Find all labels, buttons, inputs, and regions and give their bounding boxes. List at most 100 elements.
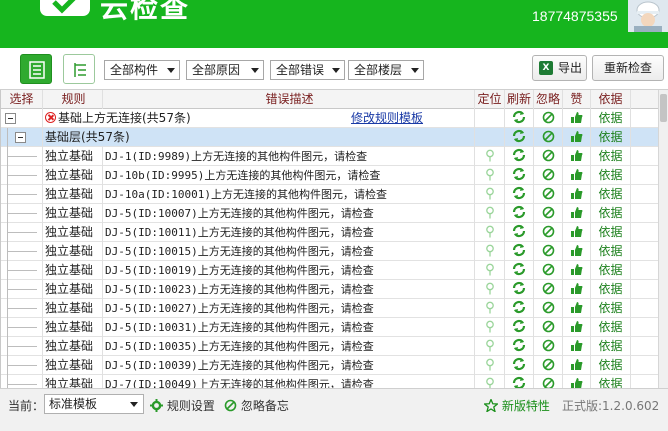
table-row[interactable]: 独立基础 DJ-5(ID:10023)上方无连接的其他构件图元，请检查 依据 bbox=[1, 280, 658, 299]
table-row[interactable]: 独立基础 DJ-5(ID:10027)上方无连接的其他构件图元，请检查 依据 bbox=[1, 299, 658, 318]
vertical-scrollbar[interactable] bbox=[658, 90, 668, 388]
thumbs-up-icon[interactable] bbox=[570, 244, 583, 257]
thumbs-up-icon[interactable] bbox=[570, 149, 583, 162]
ignore-icon[interactable] bbox=[542, 244, 555, 257]
ignore-icon[interactable] bbox=[542, 111, 555, 124]
thumbs-up-icon[interactable] bbox=[570, 130, 583, 143]
group-row[interactable]: 基础上方无连接(共57条) 修改规则模板 依据 bbox=[1, 109, 658, 128]
refresh-icon[interactable] bbox=[512, 281, 526, 295]
table-row[interactable]: 独立基础 DJ-1(ID:9989)上方无连接的其他构件图元，请检查 依据 bbox=[1, 147, 658, 166]
refresh-icon[interactable] bbox=[512, 148, 526, 162]
table-row[interactable]: 独立基础 DJ-10a(ID:10001)上方无连接的其他构件图元，请检查 依据 bbox=[1, 185, 658, 204]
locate-pin-icon[interactable] bbox=[485, 225, 495, 238]
refresh-icon[interactable] bbox=[512, 167, 526, 181]
locate-pin-icon[interactable] bbox=[485, 206, 495, 219]
table-row[interactable]: 独立基础 DJ-5(ID:10035)上方无连接的其他构件图元，请检查 依据 bbox=[1, 337, 658, 356]
refresh-icon[interactable] bbox=[512, 129, 526, 143]
basis-link[interactable]: 依据 bbox=[591, 242, 631, 261]
reason-filter[interactable]: 全部原因 bbox=[186, 60, 264, 80]
basis-link[interactable]: 依据 bbox=[591, 147, 631, 166]
ignore-icon[interactable] bbox=[542, 130, 555, 143]
refresh-icon[interactable] bbox=[512, 300, 526, 314]
subgroup-row[interactable]: 基础层(共57条) 依据 bbox=[1, 128, 658, 147]
col-locate[interactable]: 定位 bbox=[475, 90, 505, 109]
ignore-icon[interactable] bbox=[542, 206, 555, 219]
tree-view-button[interactable] bbox=[63, 54, 95, 84]
thumbs-up-icon[interactable] bbox=[570, 225, 583, 238]
col-desc[interactable]: 错误描述 bbox=[103, 90, 475, 109]
ignore-icon[interactable] bbox=[542, 168, 555, 181]
ignore-icon[interactable] bbox=[542, 377, 555, 388]
ignore-icon[interactable] bbox=[542, 263, 555, 276]
refresh-icon[interactable] bbox=[512, 319, 526, 333]
thumbs-up-icon[interactable] bbox=[570, 358, 583, 371]
refresh-icon[interactable] bbox=[512, 338, 526, 352]
refresh-icon[interactable] bbox=[512, 205, 526, 219]
col-select[interactable]: 选择 bbox=[1, 90, 43, 109]
ignore-icon[interactable] bbox=[542, 187, 555, 200]
collapse-toggle[interactable] bbox=[5, 113, 16, 124]
thumbs-up-icon[interactable] bbox=[570, 263, 583, 276]
table-row[interactable]: 独立基础 DJ-5(ID:10007)上方无连接的其他构件图元，请检查 依据 bbox=[1, 204, 658, 223]
basis-link[interactable]: 依据 bbox=[591, 166, 631, 185]
locate-pin-icon[interactable] bbox=[485, 320, 495, 333]
table-row[interactable]: 独立基础 DJ-5(ID:10015)上方无连接的其他构件图元，请检查 依据 bbox=[1, 242, 658, 261]
export-button[interactable]: X 导出 bbox=[532, 55, 587, 81]
thumbs-up-icon[interactable] bbox=[570, 282, 583, 295]
locate-pin-icon[interactable] bbox=[485, 282, 495, 295]
floor-filter[interactable]: 全部楼层 bbox=[348, 60, 424, 80]
refresh-icon[interactable] bbox=[512, 376, 526, 388]
thumbs-up-icon[interactable] bbox=[570, 377, 583, 388]
thumbs-up-icon[interactable] bbox=[570, 339, 583, 352]
ignore-icon[interactable] bbox=[542, 301, 555, 314]
list-view-button[interactable] bbox=[20, 54, 52, 84]
error-filter[interactable]: 全部错误 bbox=[270, 60, 345, 80]
ignore-icon[interactable] bbox=[542, 225, 555, 238]
col-rule[interactable]: 规则 bbox=[43, 90, 103, 109]
locate-pin-icon[interactable] bbox=[485, 168, 495, 181]
collapse-toggle[interactable] bbox=[15, 132, 26, 143]
basis-link[interactable]: 依据 bbox=[591, 280, 631, 299]
new-features-button[interactable]: 新版特性 bbox=[482, 397, 550, 414]
basis-link[interactable]: 依据 bbox=[591, 204, 631, 223]
basis-link[interactable]: 依据 bbox=[591, 318, 631, 337]
refresh-icon[interactable] bbox=[512, 186, 526, 200]
ignore-notes-button[interactable]: 忽略备忘 bbox=[224, 397, 289, 414]
basis-link[interactable]: 依据 bbox=[591, 356, 631, 375]
table-row[interactable]: 独立基础 DJ-7(ID:10049)上方无连接的其他构件图元，请检查 依据 bbox=[1, 375, 658, 388]
refresh-icon[interactable] bbox=[512, 224, 526, 238]
table-row[interactable]: 独立基础 DJ-5(ID:10011)上方无连接的其他构件图元，请检查 依据 bbox=[1, 223, 658, 242]
rule-settings-button[interactable]: 规则设置 bbox=[150, 397, 215, 414]
thumbs-up-icon[interactable] bbox=[570, 111, 583, 124]
basis-link[interactable]: 依据 bbox=[591, 109, 631, 128]
col-basis[interactable]: 依据 bbox=[591, 90, 631, 109]
template-select[interactable]: 标准模板 bbox=[44, 394, 144, 414]
refresh-icon[interactable] bbox=[512, 243, 526, 257]
ignore-icon[interactable] bbox=[542, 320, 555, 333]
table-row[interactable]: 独立基础 DJ-5(ID:10039)上方无连接的其他构件图元，请检查 依据 bbox=[1, 356, 658, 375]
ignore-icon[interactable] bbox=[542, 282, 555, 295]
ignore-icon[interactable] bbox=[542, 358, 555, 371]
locate-pin-icon[interactable] bbox=[485, 377, 495, 388]
thumbs-up-icon[interactable] bbox=[570, 301, 583, 314]
user-avatar[interactable] bbox=[628, 0, 668, 32]
table-row[interactable]: 独立基础 DJ-5(ID:10031)上方无连接的其他构件图元，请检查 依据 bbox=[1, 318, 658, 337]
locate-pin-icon[interactable] bbox=[485, 301, 495, 314]
basis-link[interactable]: 依据 bbox=[591, 128, 631, 147]
locate-pin-icon[interactable] bbox=[485, 263, 495, 276]
locate-pin-icon[interactable] bbox=[485, 339, 495, 352]
component-filter[interactable]: 全部构件 bbox=[104, 60, 180, 80]
recheck-button[interactable]: 重新检查 bbox=[592, 55, 664, 81]
locate-pin-icon[interactable] bbox=[485, 358, 495, 371]
col-ignore[interactable]: 忽略 bbox=[534, 90, 563, 109]
thumbs-up-icon[interactable] bbox=[570, 168, 583, 181]
thumbs-up-icon[interactable] bbox=[570, 206, 583, 219]
thumbs-up-icon[interactable] bbox=[570, 320, 583, 333]
refresh-icon[interactable] bbox=[512, 110, 526, 124]
refresh-icon[interactable] bbox=[512, 262, 526, 276]
refresh-icon[interactable] bbox=[512, 357, 526, 371]
basis-link[interactable]: 依据 bbox=[591, 185, 631, 204]
table-row[interactable]: 独立基础 DJ-5(ID:10019)上方无连接的其他构件图元，请检查 依据 bbox=[1, 261, 658, 280]
scroll-thumb[interactable] bbox=[660, 94, 667, 122]
basis-link[interactable]: 依据 bbox=[591, 375, 631, 388]
